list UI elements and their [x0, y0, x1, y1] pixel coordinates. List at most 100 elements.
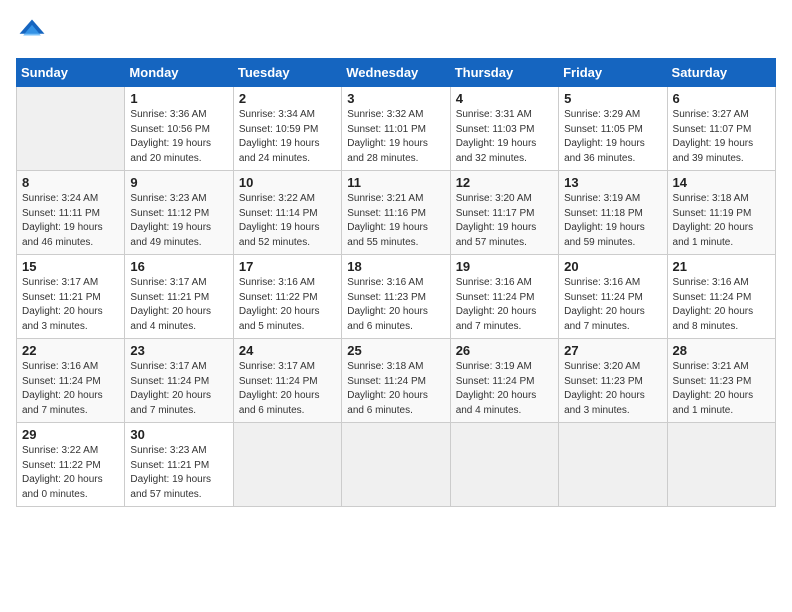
day-number: 30: [130, 427, 227, 442]
calendar-day-header: Tuesday: [233, 59, 341, 87]
day-info: Sunrise: 3:21 AMSunset: 11:23 PMDaylight…: [673, 360, 770, 418]
day-number: 12: [456, 175, 553, 190]
calendar-cell: [667, 423, 775, 507]
day-info: Sunrise: 3:23 AMSunset: 11:12 PMDaylight…: [130, 192, 227, 250]
logo: [16, 16, 52, 48]
day-number: 14: [673, 175, 770, 190]
calendar-cell: [17, 87, 125, 171]
calendar-cell: 9 Sunrise: 3:23 AMSunset: 11:12 PMDayligh…: [125, 171, 233, 255]
day-number: 3: [347, 91, 444, 106]
day-info: Sunrise: 3:21 AMSunset: 11:16 PMDaylight…: [347, 192, 444, 250]
day-number: 4: [456, 91, 553, 106]
day-info: Sunrise: 3:16 AMSunset: 11:23 PMDaylight…: [347, 276, 444, 334]
day-number: 19: [456, 259, 553, 274]
day-number: 1: [130, 91, 227, 106]
calendar-cell: 22 Sunrise: 3:16 AMSunset: 11:24 PMDaylig…: [17, 339, 125, 423]
calendar-cell: 1 Sunrise: 3:36 AMSunset: 10:56 PMDayligh…: [125, 87, 233, 171]
calendar-cell: 18 Sunrise: 3:16 AMSunset: 11:23 PMDaylig…: [342, 255, 450, 339]
day-info: Sunrise: 3:20 AMSunset: 11:17 PMDaylight…: [456, 192, 553, 250]
day-info: Sunrise: 3:27 AMSunset: 11:07 PMDaylight…: [673, 108, 770, 166]
day-number: 20: [564, 259, 661, 274]
calendar-week-row: 1 Sunrise: 3:36 AMSunset: 10:56 PMDayligh…: [17, 87, 776, 171]
calendar-day-header: Friday: [559, 59, 667, 87]
day-info: Sunrise: 3:19 AMSunset: 11:24 PMDaylight…: [456, 360, 553, 418]
calendar-week-row: 15 Sunrise: 3:17 AMSunset: 11:21 PMDaylig…: [17, 255, 776, 339]
calendar-cell: 10 Sunrise: 3:22 AMSunset: 11:14 PMDaylig…: [233, 171, 341, 255]
day-info: Sunrise: 3:16 AMSunset: 11:24 PMDaylight…: [22, 360, 119, 418]
calendar-cell: 11 Sunrise: 3:21 AMSunset: 11:16 PMDaylig…: [342, 171, 450, 255]
day-number: 10: [239, 175, 336, 190]
day-number: 11: [347, 175, 444, 190]
day-info: Sunrise: 3:17 AMSunset: 11:21 PMDaylight…: [130, 276, 227, 334]
calendar-cell: 2 Sunrise: 3:34 AMSunset: 10:59 PMDayligh…: [233, 87, 341, 171]
calendar-cell: 25Sunrise: 3:18 AMSunset: 11:24 PMDaylig…: [342, 339, 450, 423]
day-number: 15: [22, 259, 119, 274]
calendar-cell: 19 Sunrise: 3:16 AMSunset: 11:24 PMDaylig…: [450, 255, 558, 339]
calendar-cell: 4 Sunrise: 3:31 AMSunset: 11:03 PMDayligh…: [450, 87, 558, 171]
calendar-day-header: Sunday: [17, 59, 125, 87]
calendar-cell: 13Sunrise: 3:19 AMSunset: 11:18 PMDaylig…: [559, 171, 667, 255]
day-info: Sunrise: 3:16 AMSunset: 11:24 PMDaylight…: [564, 276, 661, 334]
day-info: Sunrise: 3:16 AMSunset: 11:24 PMDaylight…: [456, 276, 553, 334]
day-info: Sunrise: 3:16 AMSunset: 11:22 PMDaylight…: [239, 276, 336, 334]
day-number: 6: [673, 91, 770, 106]
calendar-day-header: Saturday: [667, 59, 775, 87]
day-info: Sunrise: 3:36 AMSunset: 10:56 PMDaylight…: [130, 108, 227, 166]
day-number: 2: [239, 91, 336, 106]
calendar-cell: 30 Sunrise: 3:23 AMSunset: 11:21 PMDaylig…: [125, 423, 233, 507]
calendar-cell: [559, 423, 667, 507]
calendar-cell: 28 Sunrise: 3:21 AMSunset: 11:23 PMDaylig…: [667, 339, 775, 423]
day-info: Sunrise: 3:22 AMSunset: 11:22 PMDaylight…: [22, 444, 119, 502]
day-number: 13: [564, 175, 661, 190]
day-number: 9: [130, 175, 227, 190]
calendar-day-header: Thursday: [450, 59, 558, 87]
logo-icon: [16, 16, 48, 48]
day-number: 18: [347, 259, 444, 274]
calendar-cell: 12 Sunrise: 3:20 AMSunset: 11:17 PMDaylig…: [450, 171, 558, 255]
calendar-cell: 24Sunrise: 3:17 AMSunset: 11:24 PMDaylig…: [233, 339, 341, 423]
day-number: 23: [130, 343, 227, 358]
calendar-cell: 8 Sunrise: 3:24 AMSunset: 11:11 PMDayligh…: [17, 171, 125, 255]
calendar-week-row: 8 Sunrise: 3:24 AMSunset: 11:11 PMDayligh…: [17, 171, 776, 255]
calendar-cell: 16 Sunrise: 3:17 AMSunset: 11:21 PMDaylig…: [125, 255, 233, 339]
day-info: Sunrise: 3:18 AMSunset: 11:24 PMDaylight…: [347, 360, 444, 418]
calendar-cell: 21 Sunrise: 3:16 AMSunset: 11:24 PMDaylig…: [667, 255, 775, 339]
day-number: 27: [564, 343, 661, 358]
day-info: Sunrise: 3:20 AMSunset: 11:23 PMDaylight…: [564, 360, 661, 418]
day-info: Sunrise: 3:18 AMSunset: 11:19 PMDaylight…: [673, 192, 770, 250]
day-number: 17: [239, 259, 336, 274]
calendar-week-row: 29 Sunrise: 3:22 AMSunset: 11:22 PMDaylig…: [17, 423, 776, 507]
calendar-cell: 23 Sunrise: 3:17 AMSunset: 11:24 PMDaylig…: [125, 339, 233, 423]
day-info: Sunrise: 3:29 AMSunset: 11:05 PMDaylight…: [564, 108, 661, 166]
day-number: 21: [673, 259, 770, 274]
calendar-cell: 6 Sunrise: 3:27 AMSunset: 11:07 PMDayligh…: [667, 87, 775, 171]
day-info: Sunrise: 3:24 AMSunset: 11:11 PMDaylight…: [22, 192, 119, 250]
calendar-cell: 26 Sunrise: 3:19 AMSunset: 11:24 PMDaylig…: [450, 339, 558, 423]
day-number: 24: [239, 343, 336, 358]
day-number: 22: [22, 343, 119, 358]
day-info: Sunrise: 3:16 AMSunset: 11:24 PMDaylight…: [673, 276, 770, 334]
calendar-cell: 27 Sunrise: 3:20 AMSunset: 11:23 PMDaylig…: [559, 339, 667, 423]
calendar-cell: 29 Sunrise: 3:22 AMSunset: 11:22 PMDaylig…: [17, 423, 125, 507]
calendar-cell: 5 Sunrise: 3:29 AMSunset: 11:05 PMDayligh…: [559, 87, 667, 171]
calendar-cell: 14 Sunrise: 3:18 AMSunset: 11:19 PMDaylig…: [667, 171, 775, 255]
day-info: Sunrise: 3:31 AMSunset: 11:03 PMDaylight…: [456, 108, 553, 166]
day-number: 8: [22, 175, 119, 190]
day-number: 29: [22, 427, 119, 442]
page-header: [16, 16, 776, 48]
day-info: Sunrise: 3:34 AMSunset: 10:59 PMDaylight…: [239, 108, 336, 166]
calendar-week-row: 22 Sunrise: 3:16 AMSunset: 11:24 PMDaylig…: [17, 339, 776, 423]
calendar-cell: [342, 423, 450, 507]
calendar-day-header: Wednesday: [342, 59, 450, 87]
calendar-cell: 20 Sunrise: 3:16 AMSunset: 11:24 PMDaylig…: [559, 255, 667, 339]
day-info: Sunrise: 3:17 AMSunset: 11:24 PMDaylight…: [130, 360, 227, 418]
calendar-cell: [233, 423, 341, 507]
calendar-day-header: Monday: [125, 59, 233, 87]
day-info: Sunrise: 3:22 AMSunset: 11:14 PMDaylight…: [239, 192, 336, 250]
day-number: 16: [130, 259, 227, 274]
day-number: 28: [673, 343, 770, 358]
calendar-header-row: SundayMondayTuesdayWednesdayThursdayFrid…: [17, 59, 776, 87]
day-number: 5: [564, 91, 661, 106]
day-info: Sunrise: 3:23 AMSunset: 11:21 PMDaylight…: [130, 444, 227, 502]
day-number: 26: [456, 343, 553, 358]
